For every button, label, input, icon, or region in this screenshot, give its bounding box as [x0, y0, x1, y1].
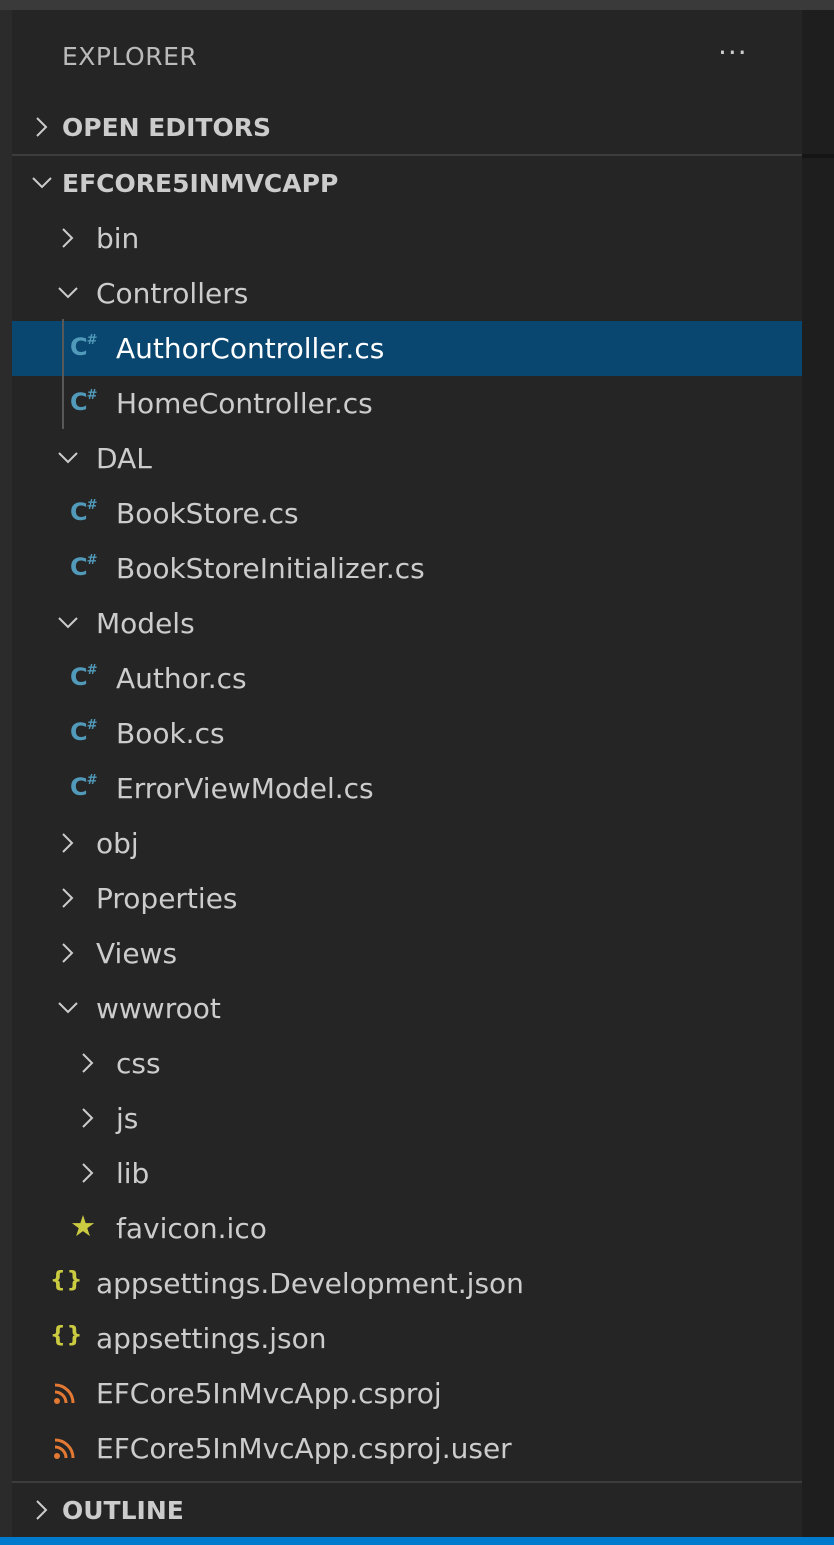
item-label: Views [96, 937, 178, 970]
csharp-file-icon: C# [70, 718, 98, 746]
csharp-file-icon: C# [70, 498, 98, 526]
folder-item[interactable]: bin [12, 211, 802, 266]
file-item[interactable]: C# BookStoreInitializer.cs [12, 541, 802, 596]
chevron-right-icon[interactable] [74, 1104, 102, 1132]
item-label: lib [116, 1157, 150, 1190]
status-bar [0, 1537, 834, 1545]
json-file-icon: {} [50, 1268, 84, 1293]
folder-item[interactable]: DAL [12, 431, 802, 486]
file-item[interactable]: EFCore5InMvcApp.csproj.user [12, 1421, 802, 1476]
chevron-down-icon [32, 177, 52, 189]
item-label: DAL [96, 442, 152, 475]
folder-item[interactable]: Controllers [12, 266, 802, 321]
item-label: HomeController.cs [116, 387, 373, 420]
chevron-right-icon [36, 117, 48, 137]
project-section[interactable]: EFCORE5INMVCAPP [12, 156, 802, 211]
item-label: Book.cs [116, 717, 225, 750]
item-label: obj [96, 827, 139, 860]
open-editors-section[interactable]: OPEN EDITORS [12, 100, 802, 155]
file-item[interactable]: C# Author.cs [12, 651, 802, 706]
file-item[interactable]: EFCore5InMvcApp.csproj [12, 1366, 802, 1421]
folder-item[interactable]: Properties [12, 871, 802, 926]
folder-item[interactable]: css [12, 1036, 802, 1091]
file-item[interactable]: {} appsettings.Development.json [12, 1256, 802, 1311]
chevron-down-icon[interactable] [54, 994, 82, 1022]
file-item[interactable]: C# Book.cs [12, 706, 802, 761]
open-editors-label: OPEN EDITORS [62, 113, 271, 142]
folder-item[interactable]: wwwroot [12, 981, 802, 1036]
item-label: Properties [96, 882, 238, 915]
folder-item[interactable]: js [12, 1091, 802, 1146]
outline-label: OUTLINE [62, 1496, 184, 1525]
chevron-right-icon [36, 1500, 48, 1520]
project-label: EFCORE5INMVCAPP [62, 169, 339, 198]
item-label: wwwroot [96, 992, 221, 1025]
json-file-icon: {} [50, 1323, 84, 1348]
chevron-right-icon[interactable] [54, 884, 82, 912]
rss-icon [50, 1378, 82, 1408]
chevron-down-icon[interactable] [54, 279, 82, 307]
item-label: appsettings.json [96, 1322, 327, 1355]
csharp-file-icon: C# [70, 388, 98, 416]
title-bar-strip [0, 0, 834, 10]
file-item[interactable]: {} appsettings.json [12, 1311, 802, 1366]
file-item[interactable]: C# BookStore.cs [12, 486, 802, 541]
csharp-file-icon: C# [70, 663, 98, 691]
rss-icon [50, 1433, 82, 1463]
item-label: BookStoreInitializer.cs [116, 552, 425, 585]
folder-item[interactable]: lib [12, 1146, 802, 1201]
item-label: EFCore5InMvcApp.csproj.user [96, 1432, 512, 1465]
chevron-right-icon[interactable] [74, 1049, 102, 1077]
item-label: css [116, 1047, 161, 1080]
chevron-down-icon[interactable] [54, 609, 82, 637]
item-label: AuthorController.cs [116, 332, 385, 365]
item-label: Models [96, 607, 195, 640]
star-icon: ★ [70, 1209, 96, 1243]
indent-guide [62, 319, 64, 429]
item-label: EFCore5InMvcApp.csproj [96, 1377, 442, 1410]
csharp-file-icon: C# [70, 333, 98, 361]
editor-gutter [802, 10, 834, 1537]
csharp-file-icon: C# [70, 553, 98, 581]
csharp-file-icon: C# [70, 773, 98, 801]
ellipsis-icon[interactable]: ··· [718, 36, 748, 69]
item-label: ErrorViewModel.cs [116, 772, 374, 805]
editor-tab-shadow [802, 154, 834, 158]
item-label: appsettings.Development.json [96, 1267, 524, 1300]
folder-item[interactable]: Models [12, 596, 802, 651]
explorer-header: EXPLORER ··· [12, 10, 802, 100]
item-label: favicon.ico [116, 1212, 267, 1245]
item-label: Controllers [96, 277, 249, 310]
chevron-down-icon[interactable] [54, 444, 82, 472]
item-label: bin [96, 222, 140, 255]
item-label: BookStore.cs [116, 497, 299, 530]
file-item[interactable]: C# AuthorController.cs [12, 321, 802, 376]
folder-item[interactable]: Views [12, 926, 802, 981]
file-item[interactable]: ★ favicon.ico [12, 1201, 802, 1256]
outline-section[interactable]: OUTLINE [12, 1483, 802, 1538]
file-item[interactable]: C# ErrorViewModel.cs [12, 761, 802, 816]
chevron-right-icon[interactable] [74, 1159, 102, 1187]
explorer-title: EXPLORER [62, 42, 198, 71]
item-label: js [116, 1102, 139, 1135]
folder-item[interactable]: obj [12, 816, 802, 871]
chevron-right-icon[interactable] [54, 224, 82, 252]
chevron-right-icon[interactable] [54, 939, 82, 967]
chevron-right-icon[interactable] [54, 829, 82, 857]
activity-bar-edge [0, 10, 12, 1537]
item-label: Author.cs [116, 662, 247, 695]
file-item[interactable]: C# HomeController.cs [12, 376, 802, 431]
